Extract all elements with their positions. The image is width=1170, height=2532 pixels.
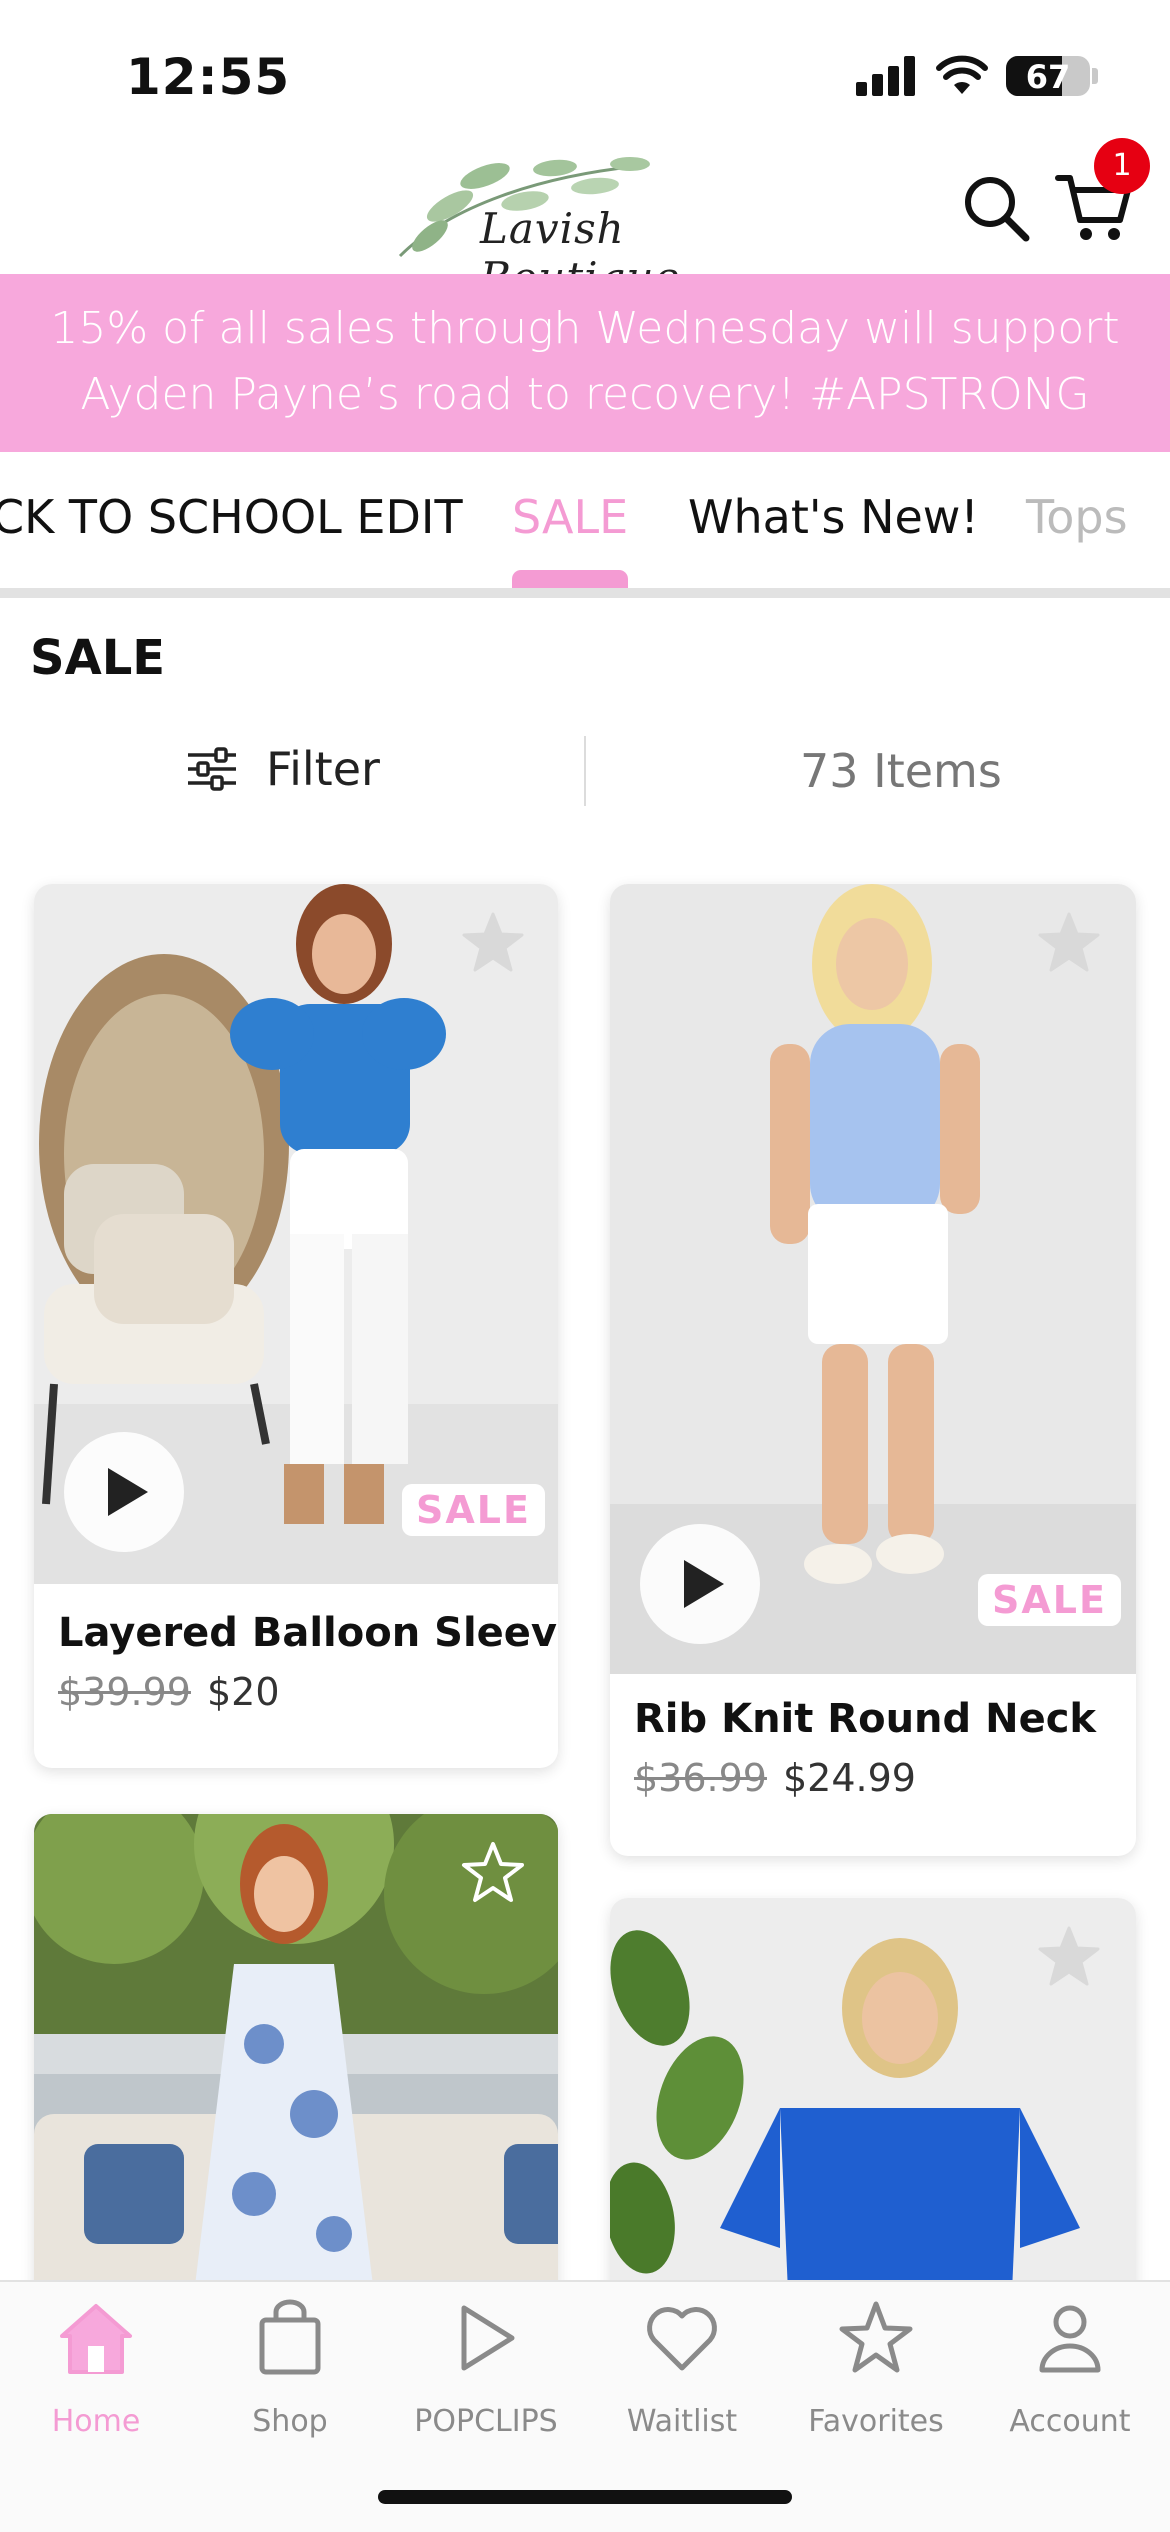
battery-icon: 67 [1006, 56, 1090, 96]
favorite-star-icon[interactable] [458, 1838, 528, 1908]
tab-sale[interactable]: SALE [512, 490, 628, 544]
favorite-star-icon[interactable] [1034, 1922, 1104, 1992]
battery-percent: 67 [1025, 58, 1071, 96]
nav-favorites[interactable]: Favorites [786, 2298, 966, 2448]
sale-badge: SALE [402, 1484, 545, 1536]
home-icon [60, 2304, 132, 2374]
filter-divider [584, 736, 586, 806]
nav-label: Shop [252, 2404, 328, 2439]
page-title: SALE [30, 630, 166, 686]
banner-line-2: Ayden Payne’s road to recovery! #APSTRON… [80, 369, 1090, 420]
favorite-star-icon[interactable] [458, 908, 528, 978]
filter-button[interactable]: Filter [186, 736, 380, 802]
status-bar: 12:55 67 [0, 0, 1170, 140]
play-video-button[interactable] [64, 1432, 184, 1552]
status-time: 12:55 [126, 48, 291, 106]
search-icon[interactable] [958, 170, 1034, 246]
tabs-divider [0, 588, 1170, 598]
nav-label: Favorites [808, 2404, 944, 2439]
filter-sliders-icon [188, 747, 236, 791]
original-price: $39.99 [58, 1670, 191, 1714]
product-card[interactable]: SALE Layered Balloon Sleeve $39.99 $20 [34, 884, 558, 1768]
app-header: Lavish Boutique [0, 140, 1170, 302]
sale-badge: SALE [978, 1574, 1121, 1626]
active-tab-indicator [512, 570, 628, 588]
heart-icon [647, 2307, 717, 2371]
person-icon [1039, 2305, 1101, 2373]
nav-popclips[interactable]: POPCLIPS [396, 2298, 576, 2448]
filter-bar: Filter 73 Items [0, 730, 1170, 810]
nav-home[interactable]: Home [6, 2298, 186, 2448]
nav-account[interactable]: Account [980, 2298, 1160, 2448]
nav-label: Waitlist [626, 2404, 738, 2439]
product-name[interactable]: Layered Balloon Sleeve [58, 1610, 558, 1656]
product-card[interactable] [34, 1814, 558, 2334]
star-icon [839, 2301, 913, 2373]
sale-price: $20 [206, 1670, 280, 1714]
tab-tops[interactable]: Tops [1026, 490, 1128, 544]
product-price: $36.99 $24.99 [634, 1756, 916, 1800]
product-card[interactable] [610, 1898, 1136, 2338]
nav-label: POPCLIPS [414, 2404, 558, 2439]
tab-back-to-school[interactable]: CK TO SCHOOL EDIT [0, 490, 463, 544]
tab-whats-new[interactable]: What's New! [688, 490, 979, 544]
filter-label: Filter [266, 742, 380, 796]
nav-waitlist[interactable]: Waitlist [592, 2298, 772, 2448]
promo-banner[interactable]: 15% of all sales through Wednesday will … [0, 274, 1170, 452]
nav-shop[interactable]: Shop [200, 2298, 380, 2448]
original-price: $36.99 [634, 1756, 767, 1800]
items-count: 73 Items [800, 744, 1002, 798]
category-tabs[interactable]: CK TO SCHOOL EDIT SALE What's New! Tops [0, 452, 1170, 588]
product-card[interactable]: SALE Rib Knit Round Neck $36.99 $24.99 [610, 884, 1136, 1856]
product-price: $39.99 $20 [58, 1670, 280, 1714]
bag-icon [259, 2299, 321, 2375]
play-icon [461, 2305, 515, 2371]
banner-line-1: 15% of all sales through Wednesday will … [50, 303, 1120, 354]
cart-count-badge: 1 [1094, 138, 1150, 194]
wifi-icon [936, 55, 988, 94]
nav-label: Account [1009, 2404, 1131, 2439]
home-indicator [378, 2490, 792, 2504]
cellular-signal-icon [856, 56, 916, 96]
favorite-star-icon[interactable] [1034, 908, 1104, 978]
nav-label: Home [51, 2404, 141, 2439]
brand-logo[interactable]: Lavish Boutique [390, 146, 750, 302]
play-video-button[interactable] [640, 1524, 760, 1644]
sale-price: $24.99 [782, 1756, 916, 1800]
product-name[interactable]: Rib Knit Round Neck [634, 1696, 1096, 1742]
